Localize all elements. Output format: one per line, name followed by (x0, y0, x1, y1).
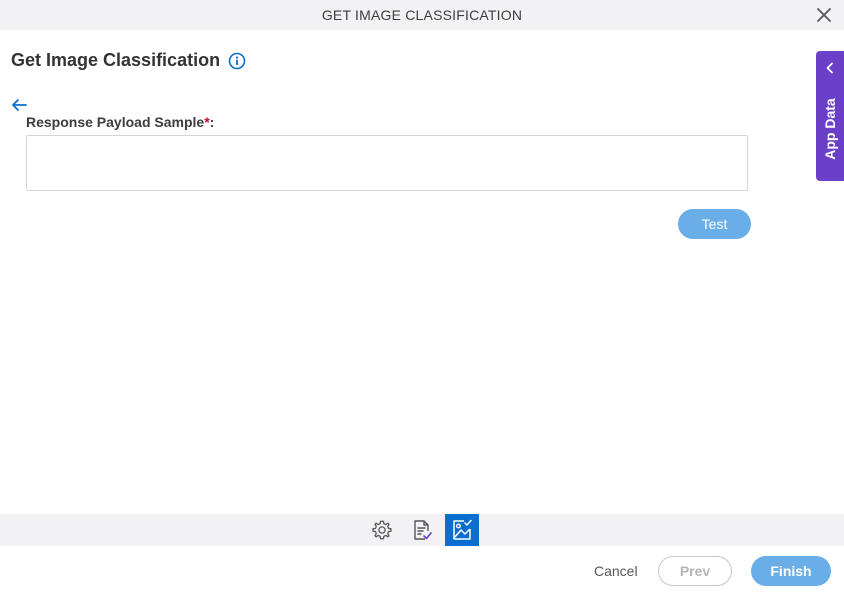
finish-button[interactable]: Finish (751, 556, 831, 586)
step-image-classification[interactable] (445, 514, 479, 546)
dialog-title: GET IMAGE CLASSIFICATION (321, 7, 523, 23)
app-data-label: App Data (822, 98, 838, 160)
page-heading: Get Image Classification (11, 50, 246, 71)
app-data-tab[interactable]: App Data (816, 51, 844, 181)
response-payload-sample-input[interactable] (26, 135, 748, 191)
step-navigation-bar (0, 514, 844, 546)
page-title: Get Image Classification (11, 50, 221, 70)
arrow-left-icon (12, 99, 27, 111)
info-icon (228, 52, 246, 69)
cancel-button[interactable]: Cancel (594, 563, 638, 579)
close-icon (817, 8, 831, 22)
close-button[interactable] (814, 5, 834, 25)
chevron-left-icon (826, 62, 833, 74)
dialog-title-bar: GET IMAGE CLASSIFICATION (0, 0, 844, 30)
step-configuration[interactable] (405, 514, 439, 546)
info-button[interactable] (228, 52, 246, 70)
back-button[interactable] (10, 96, 28, 114)
payload-label: Response Payload Sample*: (26, 114, 214, 130)
test-button[interactable]: Test (678, 209, 751, 239)
document-check-icon (414, 520, 432, 540)
payload-label-text: Response Payload Sample (26, 114, 205, 130)
gear-icon (372, 520, 392, 540)
prev-button[interactable]: Prev (658, 556, 732, 586)
image-check-icon (453, 519, 472, 540)
label-suffix: : (209, 114, 215, 130)
step-settings[interactable] (365, 514, 399, 546)
